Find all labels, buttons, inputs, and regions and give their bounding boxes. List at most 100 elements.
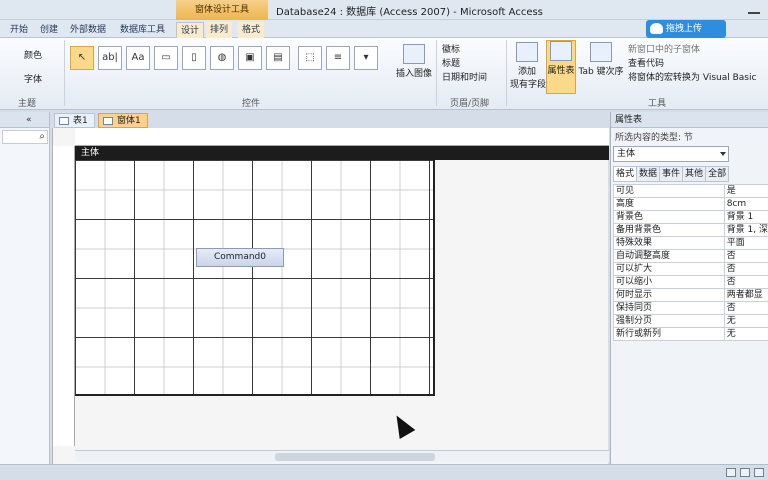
button-tool-icon[interactable]: ▭ <box>154 46 178 70</box>
property-value[interactable]: 两者都显 <box>723 288 768 302</box>
property-key: 保持同页 <box>613 301 725 315</box>
tab-design[interactable]: 设计 <box>176 22 205 38</box>
form-design-surface[interactable]: 主体 Command0 <box>52 128 609 464</box>
property-key: 新行或新列 <box>613 327 725 341</box>
ribbon: 颜色 字体 主题 ↖ ab| Aa ▭ ▯ ◍ ▣ ▤ ⬚ ≡ ▾ 控件 插入图… <box>0 38 768 110</box>
prop-tab-event[interactable]: 事件 <box>659 166 684 182</box>
property-row[interactable]: 背景色 背景 1 <box>613 210 768 224</box>
property-row[interactable]: 高度 8cm <box>613 197 768 211</box>
page-break-icon[interactable]: ≡ <box>326 46 350 70</box>
prop-tab-data[interactable]: 数据 <box>636 166 661 182</box>
tab-control-icon[interactable]: ▯ <box>182 46 206 70</box>
property-key: 何时显示 <box>613 288 725 302</box>
insert-image-button[interactable]: 插入图像 <box>394 44 434 79</box>
tab-format[interactable]: 格式 <box>238 22 265 38</box>
combo-box-icon[interactable]: ▾ <box>354 46 378 70</box>
select-tool-icon[interactable]: ↖ <box>70 46 94 70</box>
textbox-tool-icon[interactable]: ab| <box>98 46 122 70</box>
subform-button[interactable]: 新窗口中的子窗体 <box>628 42 700 55</box>
property-sheet-button[interactable]: 属性表 <box>546 40 576 94</box>
prop-tab-other[interactable]: 其他 <box>682 166 707 182</box>
property-tabs: 格式 数据 事件 其他 全部 <box>613 166 730 182</box>
web-browser-icon[interactable]: ▣ <box>238 46 262 70</box>
property-row[interactable]: 保持同页否 <box>613 301 768 315</box>
minimize-icon[interactable] <box>748 4 760 14</box>
property-value[interactable]: 平面 <box>723 236 768 250</box>
vertical-ruler <box>53 146 75 446</box>
property-value[interactable]: 否 <box>723 275 768 289</box>
tab-order-button[interactable]: Tab 键次序 <box>578 42 624 77</box>
property-key: 备用背景色 <box>613 223 725 237</box>
upload-button[interactable]: 拖拽上传 <box>646 20 726 38</box>
horizontal-ruler <box>75 128 609 146</box>
mouse-cursor-icon <box>388 410 416 440</box>
title-button[interactable]: 标题 <box>442 56 460 69</box>
nav-search-input[interactable]: ⌕ <box>2 130 48 144</box>
property-value[interactable]: 背景 1, 深 <box>723 223 768 237</box>
property-row[interactable]: 可以缩小否 <box>613 275 768 289</box>
doc-tab-table1[interactable]: 表1 <box>54 113 95 128</box>
add-existing-fields-button[interactable]: 添加 现有字段 <box>510 42 546 90</box>
datetime-button[interactable]: 日期和时间 <box>442 70 487 83</box>
tab-arrange[interactable]: 排列 <box>206 22 233 38</box>
tab-external-data[interactable]: 外部数据 <box>66 22 110 38</box>
table-icon <box>59 117 69 125</box>
detail-section-grid[interactable]: Command0 <box>75 160 435 396</box>
scrollbar-thumb[interactable] <box>275 453 435 461</box>
tab-home[interactable]: 开始 <box>6 22 32 38</box>
property-row[interactable]: 何时显示 两者都显 <box>613 288 768 302</box>
form-icon <box>103 117 113 125</box>
tab-order-icon <box>590 42 612 62</box>
nav-pane-header[interactable]: « <box>0 112 49 128</box>
hyperlink-icon[interactable]: ◍ <box>210 46 234 70</box>
property-value[interactable]: 无 <box>723 314 768 328</box>
horizontal-scrollbar[interactable] <box>75 450 609 462</box>
property-key: 自动调整高度 <box>613 249 725 263</box>
property-value[interactable]: 是 <box>723 184 768 198</box>
property-value[interactable]: 否 <box>723 262 768 276</box>
property-value[interactable]: 否 <box>723 249 768 263</box>
command-button-control[interactable]: Command0 <box>196 248 284 267</box>
property-row[interactable]: 可见是 <box>613 184 768 198</box>
label-tool-icon[interactable]: Aa <box>126 46 150 70</box>
prop-tab-format[interactable]: 格式 <box>613 166 638 182</box>
tab-create[interactable]: 创建 <box>36 22 62 38</box>
convert-macros-button[interactable]: 将窗体的宏转换为 Visual Basic <box>628 70 756 83</box>
title-bar: 窗体设计工具 Database24 : 数据库 (Access 2007) - … <box>0 0 768 20</box>
colors-button[interactable]: 颜色 <box>24 48 42 61</box>
selected-object-dropdown[interactable]: 主体 <box>613 146 729 162</box>
fonts-button[interactable]: 字体 <box>24 72 42 85</box>
property-sheet-title: 属性表 <box>611 112 768 128</box>
selected-object-value: 主体 <box>617 149 636 159</box>
document-tabs: 表1 窗体1 <box>52 112 608 128</box>
property-row[interactable]: 强制分页无 <box>613 314 768 328</box>
themes-group-label: 主题 <box>18 99 37 109</box>
property-row[interactable]: 备用背景色 背景 1, 深 <box>613 223 768 237</box>
form-view-icon[interactable] <box>726 468 736 477</box>
detail-section-bar[interactable]: 主体 <box>75 146 609 160</box>
selection-type-label: 所选内容的类型: 节 <box>615 133 693 143</box>
doc-tab-form1[interactable]: 窗体1 <box>98 113 148 128</box>
tab-database-tools[interactable]: 数据库工具 <box>116 22 169 38</box>
property-value[interactable]: 否 <box>723 301 768 315</box>
layout-view-icon[interactable] <box>740 468 750 477</box>
view-code-button[interactable]: 查看代码 <box>628 56 664 69</box>
property-row[interactable]: 特殊效果 平面 <box>613 236 768 250</box>
property-row[interactable]: 自动调整高度否 <box>613 249 768 263</box>
tools-group-label: 工具 <box>648 99 667 109</box>
property-key: 强制分页 <box>613 314 725 328</box>
navigation-pane: « ⌕ <box>0 112 50 464</box>
property-value[interactable]: 无 <box>723 327 768 341</box>
design-view-icon[interactable] <box>754 468 764 477</box>
property-value[interactable]: 8cm <box>723 197 768 211</box>
prop-tab-all[interactable]: 全部 <box>705 166 730 182</box>
status-bar <box>0 464 768 480</box>
upload-button-label: 拖拽上传 <box>666 24 703 34</box>
property-value[interactable]: 背景 1 <box>723 210 768 224</box>
logo-button[interactable]: 徽标 <box>442 42 460 55</box>
property-key: 背景色 <box>613 210 725 224</box>
property-row[interactable]: 可以扩大否 <box>613 262 768 276</box>
navigation-control-icon[interactable]: ▤ <box>266 46 290 70</box>
property-row[interactable]: 新行或新列无 <box>613 327 768 341</box>
option-group-icon[interactable]: ⬚ <box>298 46 322 70</box>
